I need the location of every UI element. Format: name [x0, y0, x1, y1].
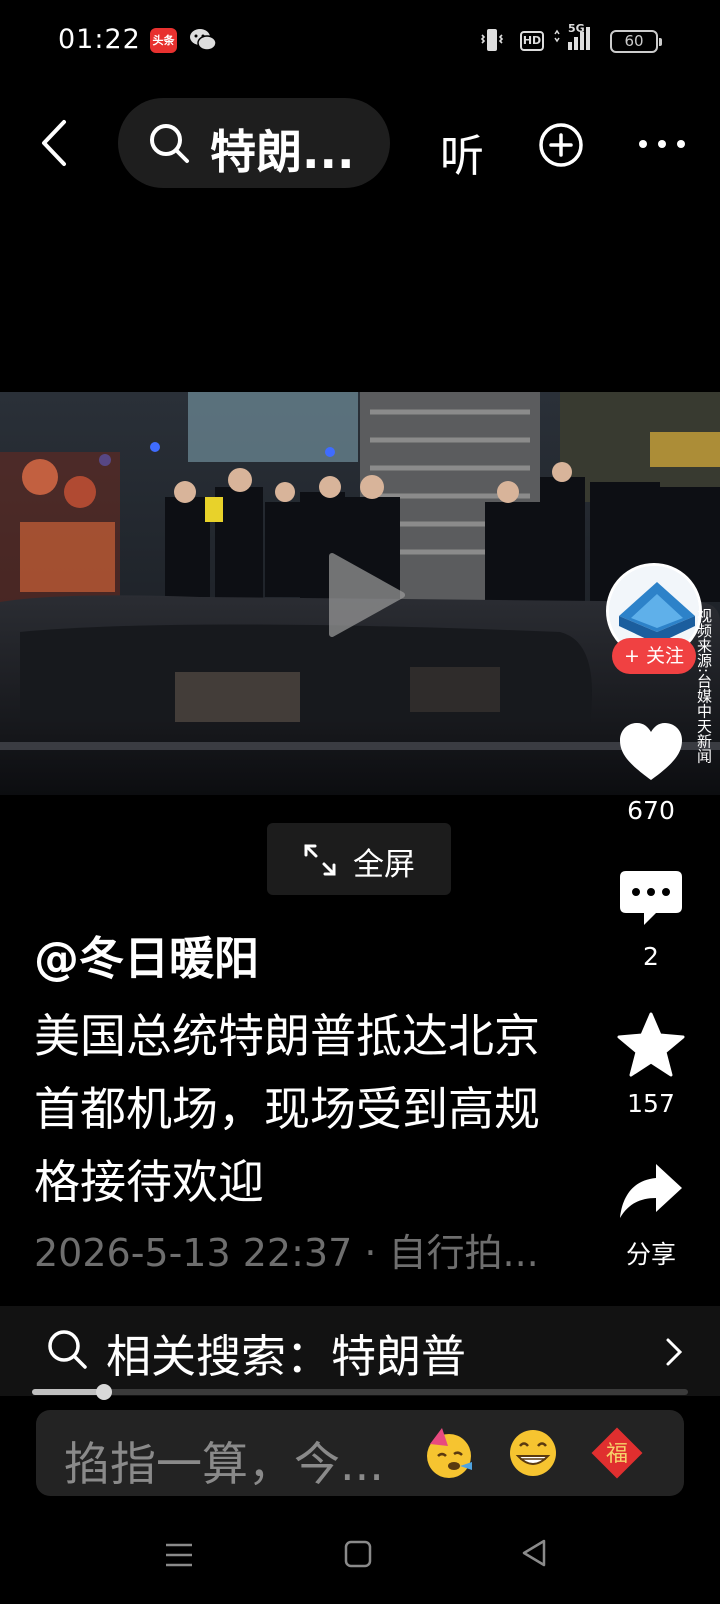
- wechat-icon: [190, 29, 217, 51]
- fullscreen-label: 全屏: [353, 847, 415, 883]
- play-icon[interactable]: [326, 552, 406, 638]
- status-time: 01:22: [58, 24, 141, 55]
- video-detail-screen: 01:22 头条 HD 5G 60 特朗... 听 + 关注 视频来源:台媒中天…: [0, 0, 720, 1604]
- nav-home-icon[interactable]: [344, 1540, 372, 1568]
- nav-back-icon[interactable]: [520, 1538, 548, 1568]
- video-progress-bar[interactable]: [32, 1384, 688, 1400]
- share-label[interactable]: 分享: [600, 1235, 702, 1271]
- toutiao-badge-icon: 头条: [150, 28, 177, 53]
- progress-knob[interactable]: [96, 1384, 113, 1400]
- comment-icon[interactable]: [616, 863, 686, 933]
- star-icon[interactable]: [616, 1010, 686, 1080]
- emoji-grin-icon[interactable]: [506, 1426, 560, 1480]
- hd-badge: HD: [520, 31, 544, 51]
- emoji-party-icon[interactable]: [422, 1426, 476, 1480]
- status-bar: 01:22 头条 HD 5G 60: [0, 0, 720, 84]
- video-source-watermark: 视频来源:台媒中天新闻: [695, 608, 713, 764]
- comment-placeholder: 掐指一算，今...: [64, 1437, 384, 1491]
- add-circle-icon[interactable]: [538, 122, 584, 168]
- fullscreen-icon: [304, 844, 336, 876]
- vibrate-icon: [480, 29, 504, 51]
- heart-icon[interactable]: [616, 718, 686, 788]
- search-query: 特朗...: [210, 125, 355, 179]
- progress-fill: [32, 1389, 105, 1395]
- comment-count: 2: [643, 942, 659, 971]
- search-bar[interactable]: 特朗...: [118, 98, 390, 188]
- network-type: 5G: [568, 22, 585, 35]
- battery-indicator: 60: [610, 30, 662, 53]
- more-icon[interactable]: [637, 132, 687, 156]
- search-icon: [150, 124, 189, 163]
- like-count: 670: [627, 796, 675, 825]
- comment-input[interactable]: 掐指一算，今... 福: [36, 1410, 684, 1496]
- follow-button[interactable]: + 关注: [612, 638, 696, 674]
- post-description: 美国总统特朗普抵达北京首都机场，现场受到高规格接待欢迎: [34, 1009, 540, 1209]
- back-icon[interactable]: [36, 118, 76, 168]
- share-icon[interactable]: [616, 1158, 686, 1228]
- fu-icon[interactable]: 福: [590, 1426, 644, 1480]
- chevron-right-icon: [666, 1338, 683, 1366]
- post-meta: 2026-5-13 22:37 · 自行拍...: [34, 1231, 539, 1275]
- svg-text:福: 福: [606, 1442, 628, 1467]
- nav-menu-icon[interactable]: [164, 1540, 194, 1570]
- search-icon: [48, 1330, 87, 1369]
- related-search-bar[interactable]: 相关搜索：特朗普: [0, 1306, 720, 1396]
- related-search-label: 相关搜索：特朗普: [106, 1330, 467, 1383]
- fullscreen-button[interactable]: 全屏: [267, 823, 451, 895]
- favorite-count: 157: [627, 1089, 675, 1118]
- listen-button[interactable]: 听: [440, 120, 484, 184]
- author-name[interactable]: @冬日暖阳: [34, 922, 259, 987]
